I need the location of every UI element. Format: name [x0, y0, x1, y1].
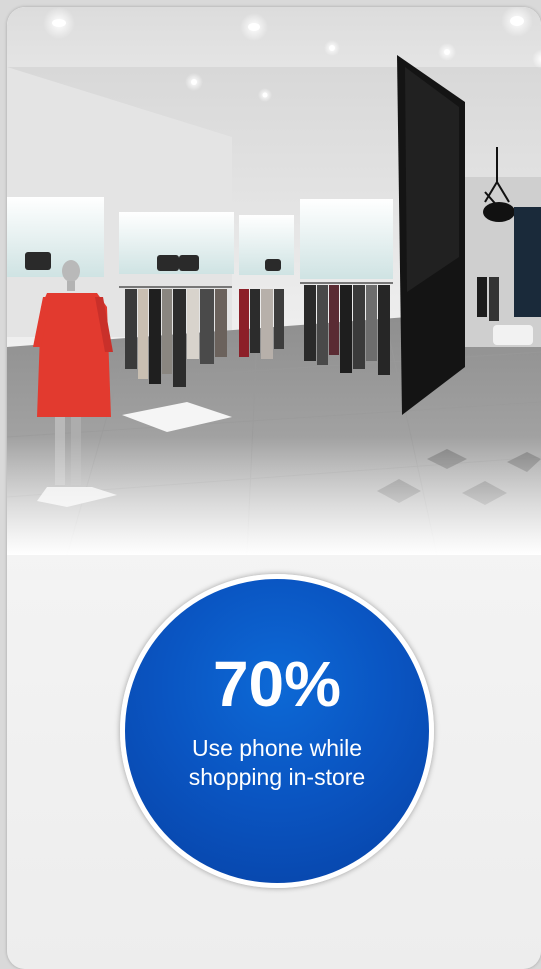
store-interior-photo: [7, 7, 541, 555]
stat-circle: 70% Use phone while shopping in-store: [120, 574, 434, 888]
infographic-card: 70% Use phone while shopping in-store: [7, 7, 541, 969]
stat-caption: Use phone while shopping in-store: [188, 735, 366, 790]
stat-percentage: 70%: [212, 648, 342, 720]
